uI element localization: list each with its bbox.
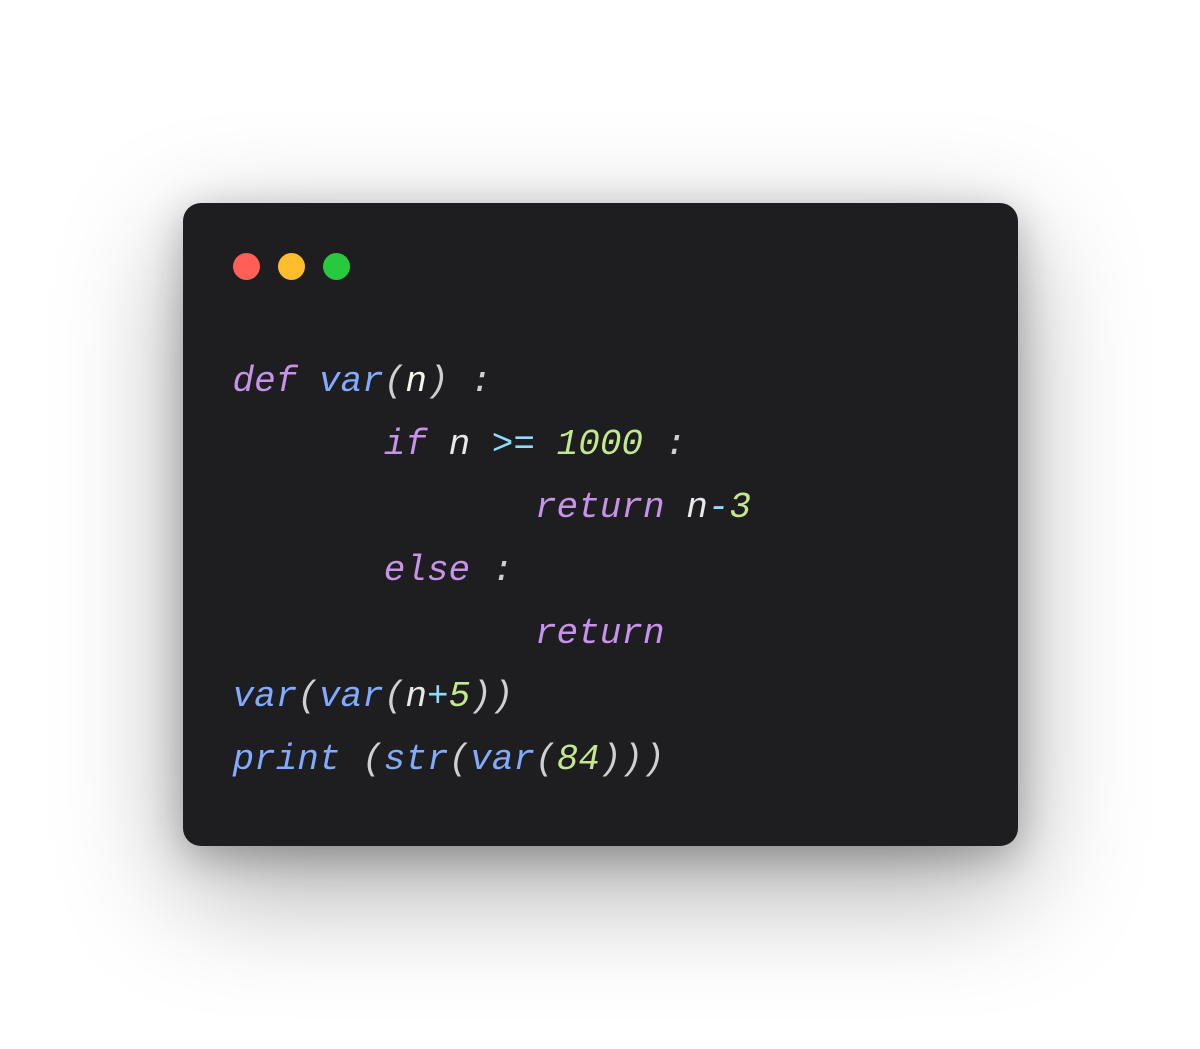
close-paren: )	[427, 361, 449, 402]
space	[427, 424, 449, 465]
keyword-if: if	[384, 424, 427, 465]
space	[470, 550, 492, 591]
indent	[233, 424, 384, 465]
space	[665, 487, 687, 528]
close-paren: )	[621, 739, 643, 780]
identifier: n	[405, 676, 427, 717]
open-paren: (	[384, 361, 406, 402]
colon: :	[492, 550, 514, 591]
keyword-return: return	[535, 613, 665, 654]
space	[535, 424, 557, 465]
operator-gte: >=	[492, 424, 535, 465]
space	[470, 424, 492, 465]
indent	[233, 487, 535, 528]
open-paren: (	[297, 676, 319, 717]
close-paren: )	[600, 739, 622, 780]
function-call: print	[233, 739, 341, 780]
traffic-lights	[233, 253, 968, 280]
close-paren: )	[470, 676, 492, 717]
open-paren: (	[362, 739, 384, 780]
number: 3	[729, 487, 751, 528]
code-window: def var(n) : if n >= 1000 : return n-3 e…	[183, 203, 1018, 846]
space	[665, 613, 687, 654]
function-call: var	[233, 676, 298, 717]
space	[449, 361, 471, 402]
number: 5	[449, 676, 471, 717]
open-paren: (	[384, 676, 406, 717]
operator-plus: +	[427, 676, 449, 717]
function-name: var	[319, 361, 384, 402]
space	[341, 739, 363, 780]
open-paren: (	[535, 739, 557, 780]
number: 84	[557, 739, 600, 780]
space	[297, 361, 319, 402]
keyword-else: else	[384, 550, 470, 591]
close-icon[interactable]	[233, 253, 260, 280]
indent	[233, 550, 384, 591]
identifier: n	[449, 424, 471, 465]
close-paren: )	[492, 676, 514, 717]
code-block: def var(n) : if n >= 1000 : return n-3 e…	[233, 350, 968, 791]
colon: :	[470, 361, 492, 402]
maximize-icon[interactable]	[323, 253, 350, 280]
colon: :	[665, 424, 687, 465]
keyword-return: return	[535, 487, 665, 528]
parameter: n	[405, 361, 427, 402]
open-paren: (	[449, 739, 471, 780]
function-call: var	[470, 739, 535, 780]
function-call: var	[319, 676, 384, 717]
identifier: n	[686, 487, 708, 528]
number: 1000	[557, 424, 643, 465]
close-paren: )	[643, 739, 665, 780]
operator-minus: -	[708, 487, 730, 528]
keyword-def: def	[233, 361, 298, 402]
minimize-icon[interactable]	[278, 253, 305, 280]
indent	[233, 613, 535, 654]
function-call: str	[384, 739, 449, 780]
space	[643, 424, 665, 465]
